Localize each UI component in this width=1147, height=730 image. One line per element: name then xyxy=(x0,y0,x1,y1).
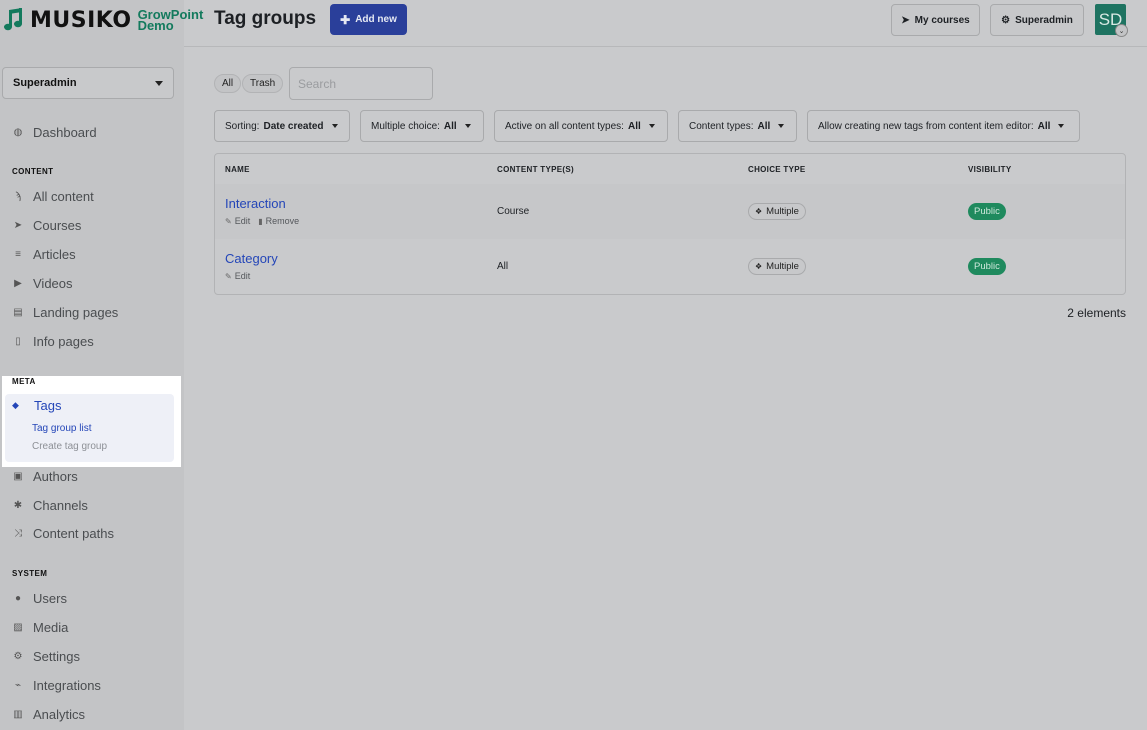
caret-down-icon xyxy=(155,80,163,86)
add-new-button[interactable]: ✚ Add new xyxy=(330,4,407,35)
section-label-content: CONTENT xyxy=(12,167,54,176)
multiple-choice-dropdown[interactable]: Multiple choice: All xyxy=(360,110,484,142)
id-card-icon: ▣ xyxy=(13,470,23,482)
tag-icon: ◆ xyxy=(12,400,19,410)
table-row: Interaction ✎ Edit ▮ Remove Course ❖ Multi… xyxy=(215,184,1125,239)
table-row: Category ✎ Edit All ❖ Multiple Public xyxy=(215,239,1125,294)
meta-section: META ◆ Tags Tag group list Create tag gr… xyxy=(2,376,181,467)
caret-down-icon xyxy=(778,124,785,128)
sidebar-item-articles[interactable]: ≡ Articles xyxy=(12,244,76,264)
bar-chart-icon: ▥ xyxy=(13,708,23,720)
sidebar-item-tags[interactable]: ◆ Tags xyxy=(12,398,61,413)
section-label-meta: META xyxy=(12,377,36,386)
page-title: Tag groups xyxy=(214,8,317,29)
visibility-badge: Public xyxy=(968,258,1006,275)
sidebar-item-integrations[interactable]: ⌁ Integrations xyxy=(12,675,101,695)
remove-link[interactable]: ▮ Remove xyxy=(258,216,299,226)
element-count: 2 elements xyxy=(1067,306,1126,320)
sidebar: MUSIKO GrowPoint Demo Superadmin ◍ Dashb… xyxy=(0,0,203,730)
sidebar-item-users[interactable]: ● Users xyxy=(12,588,67,608)
caret-down-icon xyxy=(1058,124,1065,128)
column-header-visibility[interactable]: VISIBILITY xyxy=(968,165,1011,174)
rocket-icon: ➤ xyxy=(13,219,23,231)
plus-icon: ✚ xyxy=(340,12,351,27)
visibility-badge: Public xyxy=(968,203,1006,220)
gear-icon: ⚙ xyxy=(13,650,23,662)
content-type-cell: Course xyxy=(497,206,530,217)
rocket-icon: ➤ xyxy=(901,14,910,26)
logo[interactable]: MUSIKO GrowPoint Demo xyxy=(4,6,203,34)
dashboard-icon: ◍ xyxy=(13,126,23,138)
sidebar-item-courses[interactable]: ➤ Courses xyxy=(12,215,82,235)
superadmin-button[interactable]: ⚙ Superadmin xyxy=(990,4,1084,36)
rss-icon: ϡ xyxy=(15,190,21,202)
sidebar-item-videos[interactable]: ▶ Videos xyxy=(12,273,72,293)
image-icon: ▨ xyxy=(13,621,23,633)
cubes-icon: ❖ xyxy=(755,207,763,216)
caret-down-icon xyxy=(331,124,338,128)
my-courses-button[interactable]: ➤ My courses xyxy=(891,4,980,36)
sidebar-item-media[interactable]: ▨ Media xyxy=(12,617,68,637)
sorting-dropdown[interactable]: Sorting: Date created xyxy=(214,110,350,142)
column-header-choice-type[interactable]: CHOICE TYPE xyxy=(748,165,806,174)
tag-group-name-link[interactable]: Category xyxy=(225,251,278,266)
column-header-content-types[interactable]: CONTENT TYPE(S) xyxy=(497,165,574,174)
content-type-cell: All xyxy=(497,261,509,272)
user-icon: ● xyxy=(14,592,22,604)
choice-type-badge: ❖ Multiple xyxy=(748,258,806,275)
shuffle-icon: ⤨ xyxy=(14,527,22,539)
pencil-icon: ✎ xyxy=(225,272,232,281)
top-bar: Tag groups ✚ Add new ➤ My courses ⚙ Supe… xyxy=(184,0,1147,47)
choice-type-badge: ❖ Multiple xyxy=(748,203,806,220)
pencil-icon: ✎ xyxy=(225,217,232,226)
sidebar-item-all-content[interactable]: ϡ All content xyxy=(12,186,94,206)
cubes-icon: ❖ xyxy=(755,262,763,271)
tag-groups-table: NAME CONTENT TYPE(S) CHOICE TYPE VISIBIL… xyxy=(214,153,1126,295)
content-types-dropdown[interactable]: Content types: All xyxy=(678,110,797,142)
sidebar-item-analytics[interactable]: ▥ Analytics xyxy=(12,704,85,724)
tag-group-name-link[interactable]: Interaction xyxy=(225,196,286,211)
active-content-types-dropdown[interactable]: Active on all content types: All xyxy=(494,110,668,142)
sidebar-item-info-pages[interactable]: ▯ Info pages xyxy=(12,331,93,351)
section-label-system: SYSTEM xyxy=(12,569,48,578)
chevron-down-icon[interactable]: ⌄ xyxy=(1115,24,1128,37)
plug-icon: ⌁ xyxy=(14,679,22,691)
gear-icon: ⚙ xyxy=(1001,14,1011,26)
edit-link[interactable]: ✎ Edit xyxy=(225,271,250,281)
sidebar-item-content-paths[interactable]: ⤨ Content paths xyxy=(12,523,114,543)
file-icon: ▯ xyxy=(15,335,21,347)
sidebar-subitem-tag-group-list[interactable]: Tag group list xyxy=(32,423,91,434)
search-input[interactable]: Search xyxy=(289,67,433,100)
role-select[interactable]: Superadmin xyxy=(2,67,174,99)
asterisk-icon: ✱ xyxy=(13,499,23,511)
sidebar-group-tags: ◆ Tags Tag group list Create tag group xyxy=(5,394,174,462)
sidebar-item-channels[interactable]: ✱ Channels xyxy=(12,495,88,515)
edit-link[interactable]: ✎ Edit xyxy=(225,216,250,226)
brand-name: MUSIKO xyxy=(30,7,132,33)
column-header-name[interactable]: NAME xyxy=(225,165,250,174)
article-icon: ≡ xyxy=(15,248,21,260)
trash-icon: ▮ xyxy=(258,217,263,226)
allow-new-tags-dropdown[interactable]: Allow creating new tags from content ite… xyxy=(807,110,1080,142)
caret-down-icon xyxy=(648,124,655,128)
sidebar-item-settings[interactable]: ⚙ Settings xyxy=(12,646,80,666)
sidebar-item-authors[interactable]: ▣ Authors xyxy=(12,466,78,486)
filter-trash[interactable]: Trash xyxy=(242,74,284,93)
landing-page-icon: ▤ xyxy=(13,306,23,318)
play-icon: ▶ xyxy=(14,277,22,289)
filter-all[interactable]: All xyxy=(214,74,242,93)
music-note-icon xyxy=(4,7,24,33)
sidebar-subitem-create-tag-group[interactable]: Create tag group xyxy=(32,441,107,452)
sidebar-item-landing-pages[interactable]: ▤ Landing pages xyxy=(12,302,118,322)
row-actions: ✎ Edit xyxy=(225,271,250,281)
row-actions: ✎ Edit ▮ Remove xyxy=(225,216,299,226)
caret-down-icon xyxy=(464,124,471,128)
sidebar-item-dashboard[interactable]: ◍ Dashboard xyxy=(12,122,97,142)
